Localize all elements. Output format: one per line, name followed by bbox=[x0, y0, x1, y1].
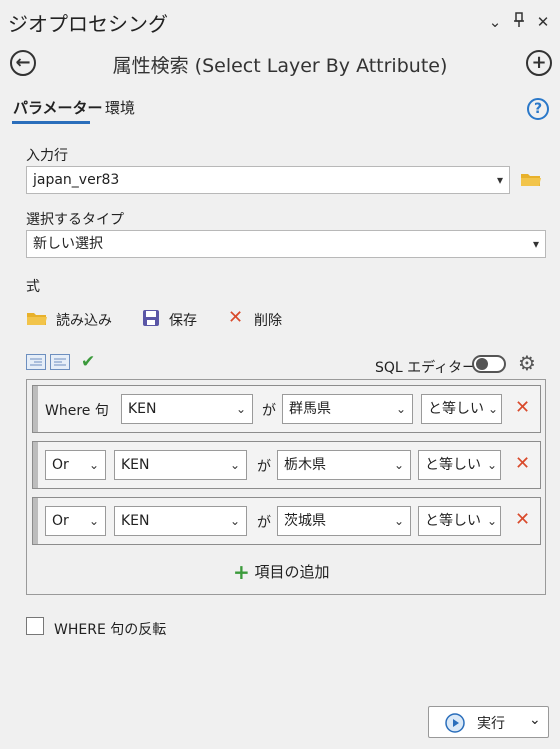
chevron-down-icon: ⌄ bbox=[88, 514, 99, 528]
sql-editor-label: SQL エディター bbox=[375, 360, 477, 376]
remove-clause-icon[interactable]: ✕ bbox=[515, 397, 530, 418]
operator-text: と等しい bbox=[425, 457, 481, 473]
connector-value: Or bbox=[52, 457, 69, 473]
pane-title: ジオプロセシング bbox=[8, 12, 168, 36]
operator-select[interactable]: と等しい ⌄ bbox=[421, 394, 502, 424]
run-label: 実行 bbox=[477, 716, 505, 732]
input-rows-select[interactable]: japan_ver83 ▾ bbox=[26, 166, 510, 194]
value-text: 栃木県 bbox=[284, 457, 326, 473]
tab-parameters[interactable]: パラメーター bbox=[13, 97, 103, 118]
help-icon[interactable]: ? bbox=[527, 98, 549, 120]
input-rows-label: 入力行 bbox=[26, 148, 68, 164]
close-icon[interactable]: ✕ bbox=[533, 12, 553, 32]
value-text: 茨城県 bbox=[284, 513, 326, 529]
operator-text: と等しい bbox=[425, 513, 481, 529]
chevron-down-icon: ⌄ bbox=[229, 514, 240, 528]
clause-row: Or ⌄ KEN ⌄ が 栃木県 ⌄ と等しい ⌄ ✕ bbox=[32, 441, 541, 489]
clause-row: Where 句 KEN ⌄ が 群馬県 ⌄ と等しい ⌄ ✕ bbox=[32, 385, 541, 433]
connector-select[interactable]: Or ⌄ bbox=[45, 506, 106, 536]
tool-title: 属性検索 (Select Layer By Attribute) bbox=[112, 55, 448, 77]
chevron-down-icon: ⌄ bbox=[229, 458, 240, 472]
ga-text: が bbox=[262, 403, 276, 419]
field-value: KEN bbox=[121, 457, 150, 473]
add-clause-label: 項目の追加 bbox=[254, 563, 330, 581]
field-select[interactable]: KEN ⌄ bbox=[121, 394, 253, 424]
chevron-down-icon: ⌄ bbox=[235, 402, 246, 416]
ga-text: が bbox=[257, 459, 271, 475]
delete-label[interactable]: 削除 bbox=[254, 310, 282, 330]
gear-icon[interactable]: ⚙ bbox=[518, 351, 536, 375]
tab-environments[interactable]: 環境 bbox=[105, 97, 135, 118]
invert-label[interactable]: WHERE 句の反転 bbox=[54, 619, 166, 639]
value-text: 群馬県 bbox=[289, 401, 331, 417]
value-select[interactable]: 栃木県 ⌄ bbox=[277, 450, 411, 480]
chevron-down-icon: ⌄ bbox=[88, 458, 99, 472]
load-button[interactable] bbox=[26, 310, 48, 330]
add-clause-button[interactable]: + 項目の追加 bbox=[233, 560, 330, 584]
expand-clauses-icon[interactable] bbox=[50, 354, 70, 374]
chevron-down-icon: ⌄ bbox=[393, 514, 404, 528]
field-value: KEN bbox=[128, 401, 157, 417]
remove-clause-icon[interactable]: ✕ bbox=[515, 453, 530, 474]
field-value: KEN bbox=[121, 513, 150, 529]
invert-checkbox[interactable] bbox=[26, 617, 44, 635]
chevron-down-icon: ⌄ bbox=[487, 402, 498, 416]
collapse-clauses-icon[interactable] bbox=[26, 354, 46, 374]
chevron-down-icon[interactable]: ⌄ bbox=[529, 712, 541, 728]
selection-type-value: 新しい選択 bbox=[33, 236, 103, 252]
operator-select[interactable]: と等しい ⌄ bbox=[418, 506, 501, 536]
plus-icon: + bbox=[531, 52, 547, 73]
connector-select[interactable]: Or ⌄ bbox=[45, 450, 106, 480]
chevron-down-icon: ⌄ bbox=[393, 458, 404, 472]
run-button[interactable]: 実行 ⌄ bbox=[428, 706, 549, 738]
clause-drag-handle[interactable] bbox=[33, 386, 38, 432]
expression-label: 式 bbox=[26, 279, 40, 295]
chevron-down-icon: ⌄ bbox=[486, 458, 497, 472]
input-rows-value: japan_ver83 bbox=[33, 172, 120, 188]
browse-folder-icon[interactable] bbox=[520, 171, 542, 191]
ga-text: が bbox=[257, 515, 271, 531]
connector-value: Or bbox=[52, 513, 69, 529]
chevron-down-icon: ▾ bbox=[532, 237, 539, 251]
clause-drag-handle[interactable] bbox=[33, 442, 38, 488]
save-label[interactable]: 保存 bbox=[169, 310, 197, 330]
clause-connector: Where 句 bbox=[45, 403, 109, 419]
field-select[interactable]: KEN ⌄ bbox=[114, 506, 247, 536]
clause-row: Or ⌄ KEN ⌄ が 茨城県 ⌄ と等しい ⌄ ✕ bbox=[32, 497, 541, 545]
validate-check-icon[interactable]: ✔ bbox=[81, 352, 95, 372]
pane-menu-chevron-icon[interactable]: ⌄ bbox=[485, 12, 505, 32]
value-select[interactable]: 群馬県 ⌄ bbox=[282, 394, 413, 424]
clause-drag-handle[interactable] bbox=[33, 498, 38, 544]
pin-icon[interactable] bbox=[509, 12, 529, 32]
operator-select[interactable]: と等しい ⌄ bbox=[418, 450, 501, 480]
delete-icon[interactable]: ✕ bbox=[228, 307, 243, 328]
chevron-down-icon: ⌄ bbox=[395, 402, 406, 416]
operator-text: と等しい bbox=[428, 401, 484, 417]
clause-builder: Where 句 KEN ⌄ が 群馬県 ⌄ と等しい ⌄ ✕ Or ⌄ KEN … bbox=[26, 379, 546, 595]
save-icon bbox=[143, 310, 159, 326]
save-button[interactable] bbox=[142, 309, 160, 331]
selection-type-select[interactable]: 新しい選択 ▾ bbox=[26, 230, 546, 258]
remove-clause-icon[interactable]: ✕ bbox=[515, 509, 530, 530]
active-tab-indicator bbox=[12, 121, 90, 124]
folder-open-icon bbox=[27, 313, 47, 325]
field-select[interactable]: KEN ⌄ bbox=[114, 450, 247, 480]
play-icon bbox=[445, 713, 465, 733]
selection-type-label: 選択するタイプ bbox=[26, 212, 124, 228]
chevron-down-icon: ⌄ bbox=[486, 514, 497, 528]
add-tool-button[interactable]: + bbox=[526, 50, 552, 76]
sql-editor-toggle[interactable] bbox=[472, 355, 506, 373]
load-label[interactable]: 読み込み bbox=[56, 310, 112, 330]
value-select[interactable]: 茨城県 ⌄ bbox=[277, 506, 411, 536]
chevron-down-icon: ▾ bbox=[496, 173, 503, 187]
plus-icon: + bbox=[233, 560, 250, 584]
